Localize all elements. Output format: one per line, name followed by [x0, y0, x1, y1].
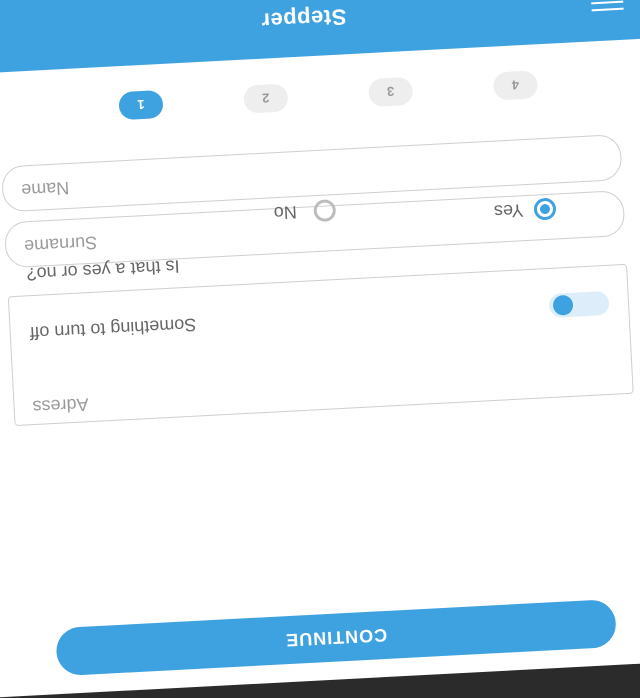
toggle-switch[interactable]: [548, 290, 610, 318]
step-4[interactable]: 4: [492, 70, 539, 101]
screen: Stepper 1 2 3 4 Name Surname Adress Some…: [0, 0, 640, 698]
continue-button[interactable]: CONTINUE: [55, 598, 617, 677]
address-placeholder: Adress: [32, 394, 90, 418]
no-label: No: [273, 202, 298, 224]
device-frame: Stepper 1 2 3 4 Name Surname Adress Some…: [0, 0, 640, 698]
name-placeholder: Name: [20, 177, 70, 201]
toggle-knob: [552, 294, 574, 316]
surname-placeholder: Surname: [23, 232, 98, 257]
step-3[interactable]: 3: [367, 76, 414, 108]
app-title: Stepper: [260, 4, 348, 34]
yes-label: Yes: [493, 200, 524, 222]
step-1[interactable]: 1: [118, 89, 164, 121]
menu-icon[interactable]: [591, 0, 624, 12]
step-2[interactable]: 2: [243, 83, 289, 114]
